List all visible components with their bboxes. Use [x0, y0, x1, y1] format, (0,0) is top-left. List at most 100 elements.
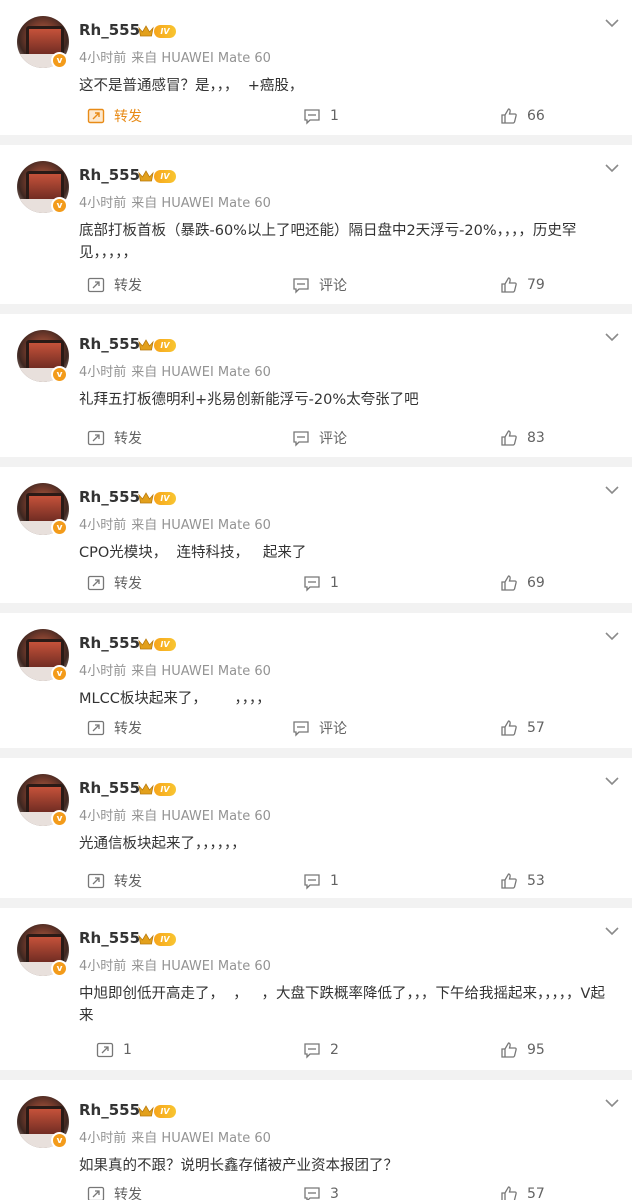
chevron-down-icon[interactable] — [604, 630, 620, 642]
post: v Rh_555 IV 4小时前 来自 HUAWEI Mate 60 中旭即创低开… — [0, 908, 632, 1070]
crown-icon — [138, 1105, 154, 1117]
crown-icon — [138, 638, 154, 650]
level-badge: IV — [154, 25, 176, 38]
level-badge: IV — [154, 339, 176, 352]
repost-label: 转发 — [114, 278, 142, 294]
post-text: CPO光模块， 连特科技， 起来了 — [79, 545, 307, 561]
username[interactable]: Rh_555 — [79, 335, 140, 353]
level-badge: IV — [154, 783, 176, 796]
like-button[interactable]: 95 — [500, 1035, 545, 1065]
like-button[interactable]: 79 — [500, 270, 545, 300]
post-source: 来自 HUAWEI Mate 60 — [131, 196, 271, 211]
comment-button[interactable]: 1 — [303, 866, 339, 896]
chevron-down-icon[interactable] — [604, 775, 620, 787]
level-badge: IV — [154, 638, 176, 651]
like-button[interactable]: 66 — [500, 101, 545, 131]
repost-button[interactable]: 转发 — [87, 1179, 142, 1200]
comment-count: 1 — [330, 873, 339, 889]
repost-label: 转发 — [114, 721, 142, 737]
post-source: 来自 HUAWEI Mate 60 — [131, 664, 271, 679]
comment-count: 1 — [330, 575, 339, 591]
post-actions: 转发 1 66 — [0, 101, 632, 131]
comment-icon — [293, 278, 309, 294]
post-actions: 1 2 95 — [0, 1035, 632, 1065]
crown-icon — [138, 492, 154, 504]
chevron-down-icon[interactable] — [604, 484, 620, 496]
comment-icon — [304, 576, 320, 592]
level-badge: IV — [154, 933, 176, 946]
repost-button[interactable]: 转发 — [87, 101, 142, 131]
repost-button[interactable]: 转发 — [87, 568, 142, 598]
like-count: 95 — [527, 1042, 545, 1058]
level-badge: IV — [154, 170, 176, 183]
chevron-down-icon[interactable] — [604, 925, 620, 937]
like-button[interactable]: 57 — [500, 713, 545, 743]
like-button[interactable]: 53 — [500, 866, 545, 896]
crown-icon — [138, 25, 154, 37]
repost-icon — [87, 575, 105, 591]
comment-count: 1 — [330, 108, 339, 124]
repost-label: 转发 — [114, 1187, 142, 1200]
username[interactable]: Rh_555 — [79, 488, 140, 506]
username[interactable]: Rh_555 — [79, 634, 140, 652]
username[interactable]: Rh_555 — [79, 1101, 140, 1119]
post-meta: 4小时前 来自 HUAWEI Mate 60 — [79, 192, 271, 211]
verified-badge-icon: v — [51, 519, 68, 536]
post-source: 来自 HUAWEI Mate 60 — [131, 51, 271, 66]
crown-icon — [138, 339, 154, 351]
post: v Rh_555 IV 4小时前 来自 HUAWEI Mate 60 这不是普通感… — [0, 0, 632, 135]
repost-icon — [87, 720, 105, 736]
repost-button[interactable]: 转发 — [87, 423, 142, 453]
like-button[interactable]: 69 — [500, 568, 545, 598]
username[interactable]: Rh_555 — [79, 929, 140, 947]
chevron-down-icon[interactable] — [604, 162, 620, 174]
comment-count: 评论 — [319, 278, 347, 294]
thumbs-up-icon — [501, 1042, 517, 1058]
post-meta: 4小时前 来自 HUAWEI Mate 60 — [79, 1127, 271, 1146]
level-badge: IV — [154, 492, 176, 505]
comment-button[interactable]: 1 — [303, 568, 339, 598]
comment-icon — [304, 874, 320, 890]
chevron-down-icon[interactable] — [604, 1097, 620, 1109]
post-text: 中旭即创低开高走了， ， ，大盘下跌概率降低了，，，下午给我摇起来，，，，，V起… — [79, 986, 605, 1024]
repost-label: 转发 — [114, 431, 142, 447]
post-text: 底部打板首板（暴跌-60%以上了吧还能）隔日盘中2天浮亏-20%，，，，历史罕见… — [79, 223, 577, 261]
username[interactable]: Rh_555 — [79, 21, 140, 39]
verified-badge-icon: v — [51, 665, 68, 682]
post-actions: 转发 评论 83 — [0, 423, 632, 453]
post-time: 4小时前 — [79, 664, 127, 679]
comment-count: 2 — [330, 1042, 339, 1058]
username[interactable]: Rh_555 — [79, 779, 140, 797]
crown-icon — [138, 783, 154, 795]
comment-button[interactable]: 评论 — [292, 270, 347, 300]
comment-button[interactable]: 2 — [303, 1035, 339, 1065]
repost-button[interactable]: 转发 — [87, 866, 142, 896]
verified-badge-icon: v — [51, 960, 68, 977]
repost-button[interactable]: 1 — [96, 1035, 132, 1065]
comment-button[interactable]: 评论 — [292, 713, 347, 743]
comment-button[interactable]: 3 — [303, 1179, 339, 1200]
like-button[interactable]: 57 — [500, 1179, 545, 1200]
post-source: 来自 HUAWEI Mate 60 — [131, 518, 271, 533]
repost-button[interactable]: 转发 — [87, 713, 142, 743]
repost-button[interactable]: 转发 — [87, 270, 142, 300]
post-time: 4小时前 — [79, 51, 127, 66]
post: v Rh_555 IV 4小时前 来自 HUAWEI Mate 60 MLCC板块… — [0, 613, 632, 748]
post-meta: 4小时前 来自 HUAWEI Mate 60 — [79, 955, 271, 974]
username[interactable]: Rh_555 — [79, 166, 140, 184]
chevron-down-icon[interactable] — [604, 331, 620, 343]
verified-badge-icon: v — [51, 1132, 68, 1149]
repost-icon — [96, 1042, 114, 1058]
post-actions: 转发 1 53 — [0, 866, 632, 896]
post-meta: 4小时前 来自 HUAWEI Mate 60 — [79, 660, 271, 679]
repost-count: 1 — [123, 1042, 132, 1058]
post-time: 4小时前 — [79, 959, 127, 974]
chevron-down-icon[interactable] — [604, 17, 620, 29]
post-source: 来自 HUAWEI Mate 60 — [131, 809, 271, 824]
like-button[interactable]: 83 — [500, 423, 545, 453]
post-actions: 转发 3 57 — [0, 1179, 632, 1200]
comment-button[interactable]: 1 — [303, 101, 339, 131]
comment-button[interactable]: 评论 — [292, 423, 347, 453]
like-count: 66 — [527, 108, 545, 124]
post-meta: 4小时前 来自 HUAWEI Mate 60 — [79, 47, 271, 66]
